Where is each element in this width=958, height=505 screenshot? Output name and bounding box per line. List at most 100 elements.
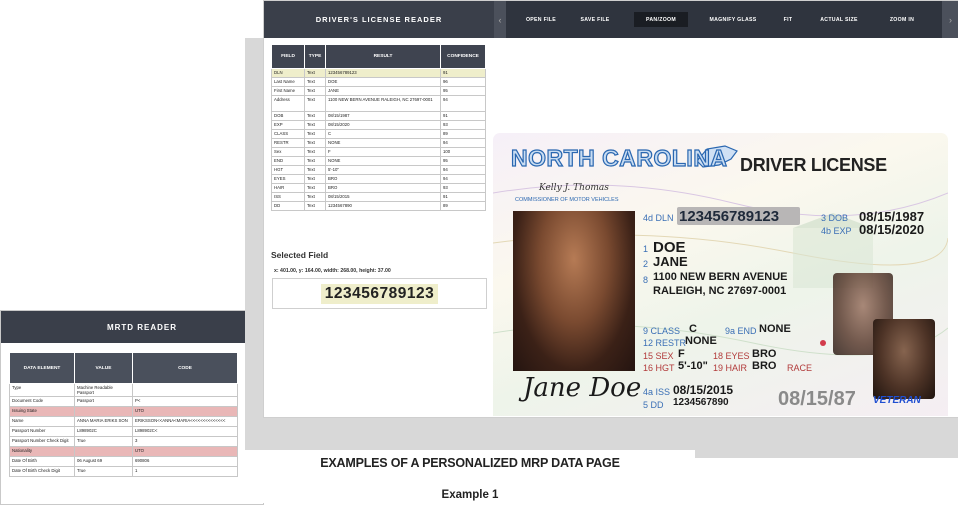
mrtd-cell-value [74, 406, 133, 417]
actual-size-button[interactable]: ACTUAL SIZE [812, 12, 866, 27]
mrtd-cell-value: True [74, 436, 133, 447]
mrtd-cell-code: 1 [132, 466, 238, 477]
mrtd-row[interactable]: Nationality UTO [9, 446, 238, 457]
results-cell-confidence: 89 [440, 129, 486, 139]
mrtd-col-header[interactable]: VALUE [74, 352, 133, 384]
results-cell-type: Text [304, 156, 326, 166]
mrtd-row[interactable]: Issuing State UTO [9, 406, 238, 417]
selected-field-coords: x: 401.00, y: 164.00, width: 268.00, hei… [274, 268, 391, 274]
results-row[interactable]: DD Text 1234567890 89 [271, 201, 486, 211]
document-subtitle: Example 1 [441, 489, 499, 501]
results-cell-confidence: 91 [440, 68, 486, 78]
results-col-header[interactable]: CONFIDENCE [440, 44, 486, 69]
results-cell-type: Text [304, 165, 326, 175]
mrtd-row[interactable]: Type Machine Readable Passport [9, 383, 238, 397]
results-row[interactable]: ISS Text 08/15/2015 91 [271, 192, 486, 202]
results-row[interactable]: RESTR Text NONE 94 [271, 138, 486, 148]
results-cell-type: Text [304, 111, 326, 121]
toolbar-scroll-button[interactable]: › [942, 1, 958, 38]
mrtd-row[interactable]: Name ANNA MARIA ERIKS SON ERIKSSON<<ANNA<M… [9, 416, 238, 427]
results-cell-confidence: 100 [440, 147, 486, 157]
zoom-in-button[interactable]: ZOOM IN [882, 12, 922, 27]
results-row[interactable]: First Name Text JANE 95 [271, 86, 486, 96]
address-line2: RALEIGH, NC 27697-0001 [653, 285, 787, 297]
commissioner-signature: Kelly J. Thomas [539, 183, 609, 193]
results-row[interactable]: Last Name Text DOE 96 [271, 77, 486, 87]
restr-value: NONE [685, 335, 717, 347]
pan-zoom-button[interactable]: PAN/ZOOM [634, 12, 688, 27]
dd-value: 1234567890 [673, 397, 729, 408]
results-cell-result: F [325, 147, 441, 157]
results-table: FIELD TYPE RESULT CONFIDENCE DLN Text 1234… [271, 44, 486, 211]
results-cell-field: EYES [271, 174, 305, 184]
results-cell-result: DOE [325, 77, 441, 87]
save-file-button[interactable]: SAVE FILE [574, 12, 616, 27]
collapse-panel-button[interactable]: ‹ [494, 1, 506, 38]
results-row[interactable]: HAIR Text BRO 93 [271, 183, 486, 193]
mrtd-row[interactable]: Passport Number L898902C L898902C< [9, 426, 238, 437]
dln-label: 4d DLN [643, 213, 674, 223]
selected-field-heading: Selected Field [271, 250, 329, 260]
results-col-header[interactable]: FIELD [271, 44, 305, 69]
results-cell-type: Text [304, 120, 326, 130]
results-row[interactable]: DOB Text 08/15/1987 91 [271, 111, 486, 121]
results-cell-type: Text [304, 192, 326, 202]
results-cell-confidence: 94 [440, 138, 486, 148]
mrtd-col-header[interactable]: CODE [132, 352, 238, 384]
mrtd-cell-code: UTO [132, 406, 238, 417]
open-file-button[interactable]: OPEN FILE [520, 12, 562, 27]
dob-label: 3 DOB [821, 213, 849, 223]
results-row[interactable]: DLN Text 123456789123 91 [271, 68, 486, 78]
results-cell-result: 08/15/2020 [325, 120, 441, 130]
license-card-image[interactable]: NORTH CAROLINA DRIVER LICENSE Kelly J. T… [493, 133, 948, 416]
mrtd-cell-code: UTO [132, 446, 238, 457]
class-label: 9 CLASS [643, 326, 681, 336]
results-cell-confidence: 91 [440, 111, 486, 121]
results-cell-result: 08/15/2015 [325, 192, 441, 202]
state-name: NORTH CAROLINA [510, 144, 728, 171]
results-cell-confidence: 91 [440, 192, 486, 202]
mrtd-row[interactable]: Date Of Birth 06 August 69 690806 [9, 456, 238, 467]
results-row[interactable]: Sex Text F 100 [271, 147, 486, 157]
results-row[interactable]: END Text NONE 95 [271, 156, 486, 166]
mrtd-row[interactable]: Passport Number Check Digit True 3 [9, 436, 238, 447]
portrait-photo [513, 211, 635, 371]
results-row[interactable]: Address Text 1100 NEW BERN AVENUE RALEIGH,… [271, 95, 486, 112]
mrtd-row[interactable]: Date Of Birth Check Digit True 1 [9, 466, 238, 477]
eyes-label: 18 EYES [713, 351, 750, 361]
mrtd-col-header[interactable]: DATA ELEMENT [9, 352, 75, 384]
results-cell-result: 5'-10" [325, 165, 441, 175]
results-cell-confidence: 94 [440, 174, 486, 184]
results-col-header[interactable]: TYPE [304, 44, 326, 69]
mrtd-cell-element: Type [9, 383, 75, 397]
results-cell-confidence: 94 [440, 95, 486, 112]
first-name-num: 2 [643, 259, 649, 269]
results-row[interactable]: CLASS Text C 89 [271, 129, 486, 139]
secondary-photo [873, 319, 935, 399]
mrtd-row[interactable]: Document Code Passport P< [9, 396, 238, 407]
sex-value: F [678, 348, 685, 360]
mrtd-cell-value: Passport [74, 396, 133, 407]
results-cell-field: DLN [271, 68, 305, 78]
results-row[interactable]: EXP Text 08/15/2020 93 [271, 120, 486, 130]
results-row[interactable]: EYES Text BRO 94 [271, 174, 486, 184]
results-cell-result: NONE [325, 156, 441, 166]
magnify-glass-button[interactable]: MAGNIFY GLASS [702, 12, 764, 27]
results-row[interactable]: HGT Text 5'-10" 94 [271, 165, 486, 175]
exp-value: 08/15/2020 [859, 222, 925, 237]
results-cell-field: DOB [271, 111, 305, 121]
license-heading: DRIVER LICENSE [740, 155, 887, 175]
results-cell-type: Text [304, 201, 326, 211]
document-title: EXAMPLES OF A PERSONALIZED MRP DATA PAGE [320, 456, 620, 470]
results-cell-field: DD [271, 201, 305, 211]
ghost-dob: 08/15/87 [778, 388, 856, 410]
iss-value: 08/15/2015 [673, 383, 734, 397]
results-col-header[interactable]: RESULT [325, 44, 441, 69]
fit-button[interactable]: FIT [778, 12, 798, 27]
commissioner-title: COMMISSIONER OF MOTOR VEHICLES [515, 197, 619, 203]
mrtd-cell-element: Date Of Birth [9, 456, 75, 467]
mrtd-cell-code: L898902C< [132, 426, 238, 437]
sex-label: 15 SEX [643, 351, 674, 361]
veteran-badge: VETERAN [873, 395, 921, 406]
results-cell-field: First Name [271, 86, 305, 96]
